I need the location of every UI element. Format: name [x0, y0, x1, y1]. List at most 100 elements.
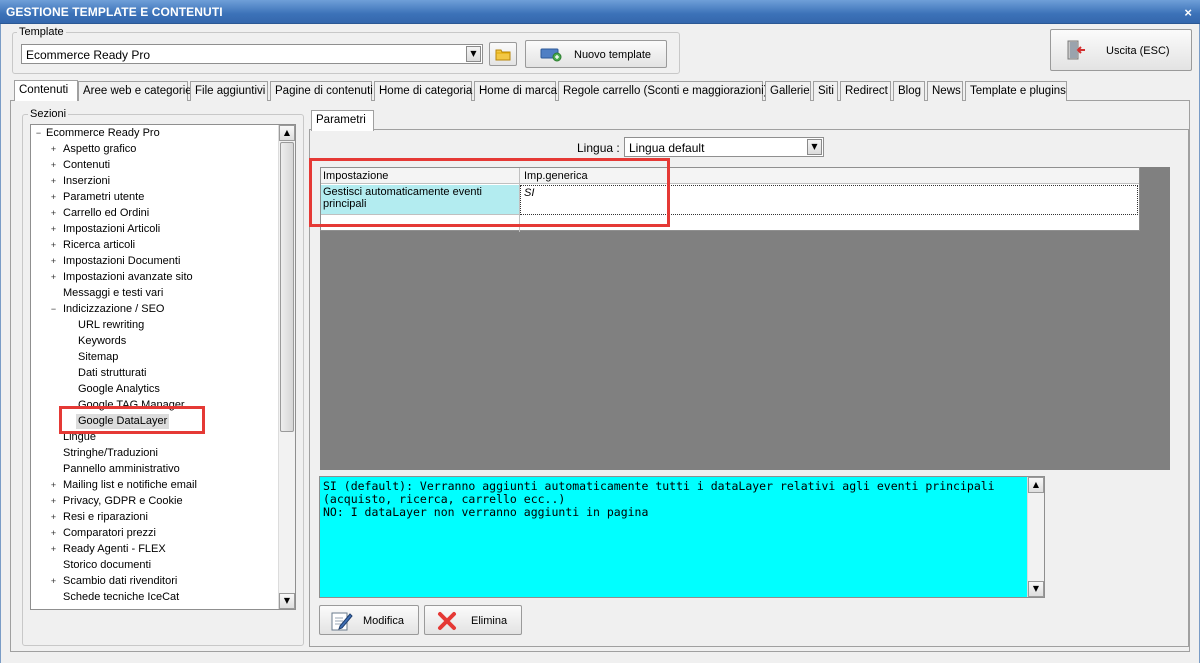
- language-select-value: Lingua default: [629, 141, 705, 155]
- tree-item[interactable]: + Contenuti: [49, 158, 279, 173]
- tree-item-label: Impostazioni Articoli: [63, 223, 161, 235]
- expand-icon[interactable]: +: [49, 161, 58, 170]
- tree-item[interactable]: Dati strutturati: [64, 366, 294, 381]
- tree-item[interactable]: + Mailing list e notifiche email: [49, 478, 279, 493]
- scroll-down-icon[interactable]: ▼: [1028, 581, 1044, 597]
- expand-icon[interactable]: +: [49, 273, 58, 282]
- expand-icon[interactable]: +: [49, 577, 58, 586]
- tree-item-label: URL rewriting: [78, 319, 145, 331]
- tree-item[interactable]: Google Analytics: [64, 382, 294, 397]
- tree-item[interactable]: − Indicizzazione / SEO: [49, 302, 279, 317]
- tree-item[interactable]: + Ready Agenti - FLEX: [49, 542, 279, 557]
- tree-item-label: Ricerca articoli: [63, 239, 136, 251]
- expand-icon[interactable]: +: [49, 241, 58, 250]
- tab-blog[interactable]: Blog: [893, 81, 925, 101]
- chevron-down-icon[interactable]: ▼: [807, 139, 822, 155]
- expand-icon[interactable]: +: [49, 529, 58, 538]
- description-box[interactable]: SI (default): Verranno aggiunti automati…: [319, 476, 1045, 598]
- tree-item-label: Impostazioni avanzate sito: [63, 271, 193, 283]
- expand-icon[interactable]: +: [49, 209, 58, 218]
- tree-item[interactable]: + Resi e riparazioni: [49, 510, 279, 525]
- collapse-icon[interactable]: −: [49, 305, 58, 314]
- tree-item[interactable]: Schede tecniche IceCat: [49, 590, 279, 605]
- exit-button[interactable]: Uscita (ESC): [1050, 29, 1192, 71]
- tree-item[interactable]: Storico documenti: [49, 558, 279, 573]
- tree-item[interactable]: + Impostazioni avanzate sito: [49, 270, 279, 285]
- sections-tree[interactable]: − Ecommerce Ready Pro + Aspetto grafico + Con…: [30, 124, 296, 610]
- expand-icon[interactable]: +: [49, 177, 58, 186]
- tree-item-label: Inserzioni: [63, 175, 111, 187]
- tree-item[interactable]: Pannello amministrativo: [49, 462, 279, 477]
- tree-item-label: Schede tecniche IceCat: [63, 591, 180, 603]
- new-template-label: Nuovo template: [574, 49, 652, 61]
- tree-scrollbar[interactable]: ▲ ▼: [278, 125, 295, 609]
- open-folder-button[interactable]: [489, 42, 517, 66]
- template-select[interactable]: Ecommerce Ready Pro ▼: [21, 44, 483, 64]
- new-template-button[interactable]: Nuovo template: [525, 40, 667, 68]
- chevron-down-icon[interactable]: ▼: [466, 46, 481, 62]
- window-title: GESTIONE TEMPLATE E CONTENUTI: [6, 5, 223, 19]
- tree-item[interactable]: + Ricerca articoli: [49, 238, 279, 253]
- tree-item[interactable]: + Aspetto grafico: [49, 142, 279, 157]
- scroll-down-icon[interactable]: ▼: [279, 593, 295, 609]
- language-label: Lingua :: [577, 141, 620, 155]
- tree-item-label: Aspetto grafico: [63, 143, 137, 155]
- tree-item[interactable]: + Carrello ed Ordini: [49, 206, 279, 221]
- tab-template-plugins[interactable]: Template e plugins: [965, 81, 1067, 101]
- tree-item[interactable]: Keywords: [64, 334, 294, 349]
- delete-button[interactable]: Elimina: [424, 605, 522, 635]
- tab-home-categoria[interactable]: Home di categoria: [374, 81, 472, 101]
- scroll-up-icon[interactable]: ▲: [279, 125, 295, 141]
- description-text: SI (default): Verranno aggiunti automati…: [323, 479, 995, 519]
- tree-item[interactable]: Stringhe/Traduzioni: [49, 446, 279, 461]
- tree-item[interactable]: + Inserzioni: [49, 174, 279, 189]
- tree-item[interactable]: + Impostazioni Documenti: [49, 254, 279, 269]
- tree-item-label: Sitemap: [78, 351, 119, 363]
- tree-item[interactable]: + Parametri utente: [49, 190, 279, 205]
- tree-item[interactable]: + Impostazioni Articoli: [49, 222, 279, 237]
- tree-item-label: Ready Agenti - FLEX: [63, 543, 166, 555]
- tree-item-label: Google Analytics: [78, 383, 160, 395]
- expand-icon[interactable]: +: [49, 497, 58, 506]
- tree-item-label: Storico documenti: [63, 559, 152, 571]
- tree-item[interactable]: + Comparatori prezzi: [49, 526, 279, 541]
- tree-item-label: Contenuti: [63, 159, 111, 171]
- tab-news[interactable]: News: [927, 81, 963, 101]
- scroll-thumb[interactable]: [280, 142, 294, 432]
- tab-regole-carrello[interactable]: Regole carrello (Sconti e maggiorazioni): [558, 81, 768, 101]
- tree-item[interactable]: + Scambio dati rivenditori: [49, 574, 279, 589]
- tab-file-aggiuntivi[interactable]: File aggiuntivi: [190, 81, 268, 101]
- tab-redirect[interactable]: Redirect: [840, 81, 891, 101]
- tab-pagine-contenuti[interactable]: Pagine di contenuti: [270, 81, 373, 101]
- tree-item[interactable]: + Privacy, GDPR e Cookie: [49, 494, 279, 509]
- expand-icon[interactable]: +: [49, 225, 58, 234]
- expand-icon[interactable]: +: [49, 545, 58, 554]
- tree-item[interactable]: Messaggi e testi vari: [49, 286, 279, 301]
- tab-siti[interactable]: Siti: [813, 81, 838, 101]
- scroll-up-icon[interactable]: ▲: [1028, 477, 1044, 493]
- tree-item-label: Privacy, GDPR e Cookie: [63, 495, 183, 507]
- expand-icon[interactable]: +: [49, 193, 58, 202]
- tree-item-label: Messaggi e testi vari: [63, 287, 164, 299]
- expand-icon[interactable]: +: [49, 145, 58, 154]
- tab-parametri[interactable]: Parametri: [311, 110, 374, 131]
- tree-item-label: Keywords: [78, 335, 127, 347]
- language-select[interactable]: Lingua default ▼: [624, 137, 824, 157]
- tree-item-label: Pannello amministrativo: [63, 463, 180, 475]
- edit-button[interactable]: Modifica: [319, 605, 419, 635]
- tree-item[interactable]: Sitemap: [64, 350, 294, 365]
- template-select-value: Ecommerce Ready Pro: [26, 48, 151, 62]
- tab-gallerie[interactable]: Gallerie: [765, 81, 811, 101]
- tree-item[interactable]: URL rewriting: [64, 318, 294, 333]
- tab-contenuti[interactable]: Contenuti: [14, 80, 78, 101]
- tree-item-label: Scambio dati rivenditori: [63, 575, 178, 587]
- close-icon[interactable]: ×: [1184, 5, 1192, 20]
- tab-home-marca[interactable]: Home di marca: [474, 81, 557, 101]
- tab-aree-web[interactable]: Aree web e categorie: [78, 81, 192, 101]
- exit-door-icon: [1067, 40, 1085, 60]
- description-scrollbar[interactable]: ▲ ▼: [1027, 477, 1044, 597]
- expand-icon[interactable]: +: [49, 513, 58, 522]
- collapse-icon[interactable]: −: [34, 129, 43, 138]
- expand-icon[interactable]: +: [49, 481, 58, 490]
- expand-icon[interactable]: +: [49, 257, 58, 266]
